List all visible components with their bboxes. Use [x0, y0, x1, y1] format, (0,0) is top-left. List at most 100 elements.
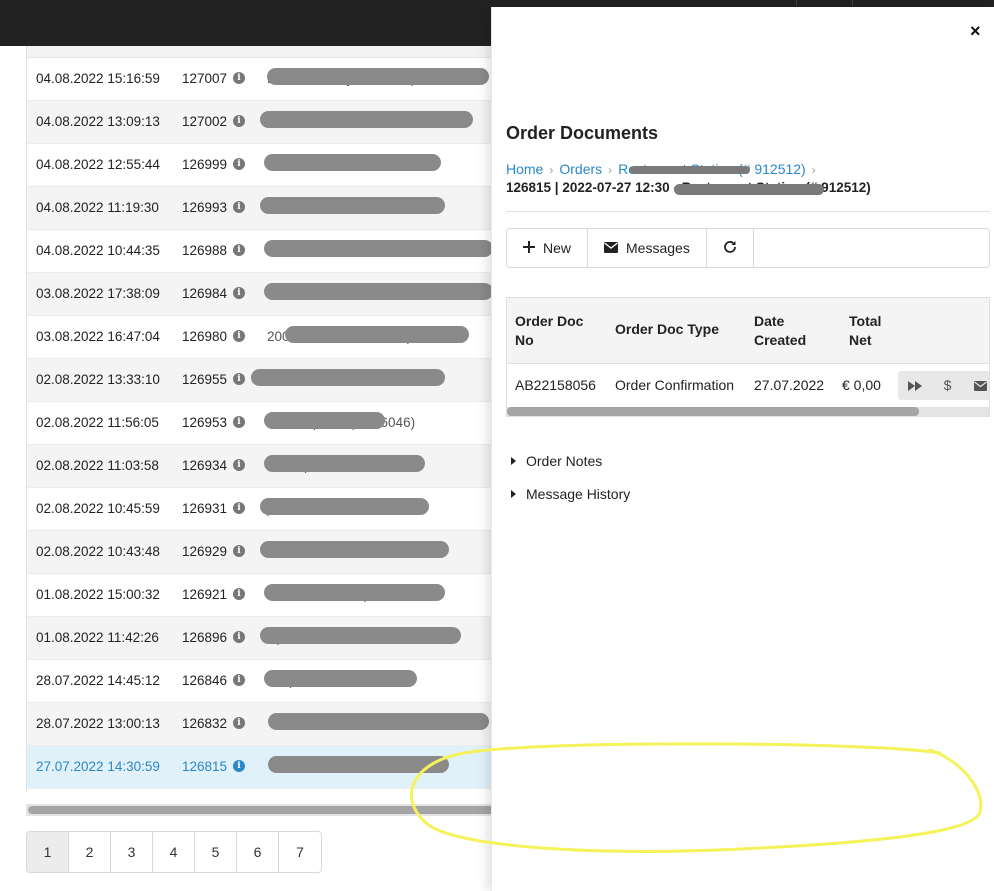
breadcrumb-home[interactable]: Home [506, 161, 543, 177]
info-icon[interactable]: i [233, 72, 245, 84]
redaction-mark [264, 283, 493, 300]
table-row[interactable]: 02.08.2022 10:43:48 126929 i [27, 531, 496, 574]
table-row[interactable]: 02.08.2022 13:33:10 126955 i [27, 359, 496, 402]
fast-forward-icon[interactable] [898, 371, 931, 400]
info-icon[interactable]: i [233, 588, 245, 600]
scrollbar-thumb[interactable] [507, 407, 919, 416]
chevron-right-icon: › [549, 163, 554, 177]
close-icon[interactable]: × [970, 21, 981, 42]
table-row[interactable]: 28.07.2022 14:45:12126846i243) [27, 660, 496, 703]
redaction-mark [674, 184, 824, 195]
page-button-7[interactable]: 7 [279, 832, 321, 872]
page-button-1[interactable]: 1 [27, 832, 69, 872]
order-number[interactable]: 126929 [182, 544, 227, 559]
info-icon[interactable]: i [233, 201, 245, 213]
messages-button[interactable]: Messages [588, 229, 707, 267]
order-date: 28.07.2022 13:00:13 [36, 716, 160, 731]
mail-icon[interactable] [964, 371, 989, 400]
order-number[interactable]: 126999 [182, 157, 227, 172]
order-number[interactable]: 126921 [182, 587, 227, 602]
order-number[interactable]: 126988 [182, 243, 227, 258]
order-number[interactable]: 126846 [182, 673, 227, 688]
page-button-5[interactable]: 5 [195, 832, 237, 872]
table-row[interactable]: 03.08.2022 16:47:04126980i2000007 Ontari… [27, 316, 496, 359]
table-row[interactable]: 01.08.2022 11:42:26126896i. (# 6 [27, 617, 496, 660]
info-icon[interactable]: i [233, 459, 245, 471]
order-date: 03.08.2022 16:47:04 [36, 329, 160, 344]
column-header[interactable]: Order Doc Type [615, 321, 719, 337]
page-button-4[interactable]: 4 [153, 832, 195, 872]
order-number[interactable]: 126984 [182, 286, 227, 301]
order-date: 02.08.2022 13:33:10 [36, 372, 160, 387]
table-row[interactable]: 02.08.2022 11:56:05126953iDHL Express (#… [27, 402, 496, 445]
table-row[interactable]: 04.08.2022 15:16:59127007iDATA-GAP Syste… [27, 58, 496, 101]
orders-table-horizontal-scrollbar[interactable] [26, 804, 496, 816]
order-number[interactable]: 126980 [182, 329, 227, 344]
table-row[interactable]: 03.08.2022 17:38:09 126984 i [27, 273, 496, 316]
info-icon[interactable]: i [233, 287, 245, 299]
order-date: 02.08.2022 10:43:48 [36, 544, 160, 559]
total-net-cell: € 0,00 [842, 377, 881, 393]
page-button-3[interactable]: 3 [111, 832, 153, 872]
order-notes-toggle[interactable]: Order Notes [511, 453, 602, 469]
breadcrumb-orders[interactable]: Orders [559, 161, 602, 177]
table-row[interactable]: 28.07.2022 13:00:13 126832 i [27, 703, 496, 746]
order-date: 28.07.2022 14:45:12 [36, 673, 160, 688]
documents-toolbar: New Messages [506, 228, 990, 268]
new-button[interactable]: New [507, 229, 589, 267]
table-row[interactable]: 04.08.2022 13:09:13 127002 i [27, 101, 496, 144]
message-history-toggle[interactable]: Message History [511, 486, 630, 502]
envelope-icon [604, 240, 619, 256]
plus-icon [523, 240, 535, 256]
order-date: 04.08.2022 13:09:13 [36, 114, 160, 129]
refresh-button[interactable] [707, 229, 754, 267]
info-icon[interactable]: i [233, 631, 245, 643]
info-icon[interactable]: i [233, 158, 245, 170]
caret-right-icon [511, 490, 516, 498]
info-icon[interactable]: i [233, 717, 245, 729]
column-header[interactable]: Order Doc No [515, 312, 595, 350]
pagination: 1234567 [26, 831, 322, 873]
dollar-icon[interactable]: $ [931, 371, 964, 400]
order-number[interactable]: 126815 [182, 759, 227, 774]
info-icon[interactable]: i [233, 545, 245, 557]
info-icon[interactable]: i [233, 244, 245, 256]
table-row[interactable]: 01.08.2022 15:00:32126921iSmart Co., Ltd… [27, 574, 496, 617]
table-row[interactable]: 02.08.2022 11:03:58126934i72793) [27, 445, 496, 488]
table-row[interactable]: 04.08.2022 10:44:35 126988 i [27, 230, 496, 273]
order-number[interactable]: 126955 [182, 372, 227, 387]
redaction-mark [267, 68, 489, 85]
info-icon[interactable]: i [233, 760, 245, 772]
redaction-mark [264, 584, 445, 601]
table-header-strip [27, 46, 496, 58]
column-header[interactable]: Total Net [849, 312, 889, 350]
chevron-right-icon: › [811, 163, 816, 177]
order-number[interactable]: 126953 [182, 415, 227, 430]
info-icon[interactable]: i [233, 416, 245, 428]
info-icon[interactable]: i [233, 115, 245, 127]
order-number[interactable]: 127002 [182, 114, 227, 129]
page-button-2[interactable]: 2 [69, 832, 111, 872]
table-row[interactable]: 04.08.2022 11:19:30 126993 i [27, 187, 496, 230]
scrollbar-thumb[interactable] [28, 806, 496, 814]
redaction-mark [264, 154, 441, 171]
info-icon[interactable]: i [233, 674, 245, 686]
table-row[interactable]: 02.08.2022 10:45:59126931i) [27, 488, 496, 531]
page-button-6[interactable]: 6 [237, 832, 279, 872]
order-number[interactable]: 126896 [182, 630, 227, 645]
column-header[interactable]: Date Created [754, 312, 814, 350]
order-number[interactable]: 126993 [182, 200, 227, 215]
redaction-mark [251, 369, 445, 386]
table-row[interactable]: AB22158056 Order Confirmation 27.07.2022… [507, 364, 989, 407]
info-icon[interactable]: i [233, 330, 245, 342]
redaction-mark [630, 166, 750, 174]
order-number[interactable]: 127007 [182, 71, 227, 86]
documents-table-horizontal-scrollbar[interactable] [507, 407, 989, 416]
table-row[interactable]: 27.07.2022 14:30:59 126815 i [27, 746, 496, 789]
table-row[interactable]: 04.08.2022 12:55:44 126999 i [27, 144, 496, 187]
info-icon[interactable]: i [233, 502, 245, 514]
order-number[interactable]: 126832 [182, 716, 227, 731]
order-number[interactable]: 126931 [182, 501, 227, 516]
order-number[interactable]: 126934 [182, 458, 227, 473]
info-icon[interactable]: i [233, 373, 245, 385]
